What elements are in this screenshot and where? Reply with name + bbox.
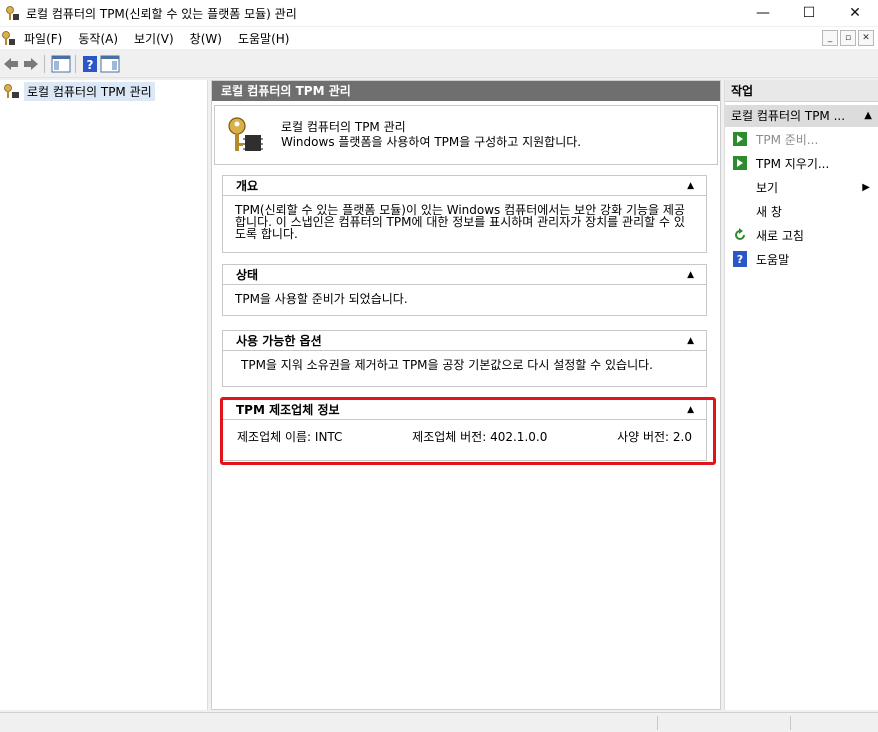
overview-header[interactable]: 개요 ▲ bbox=[223, 176, 706, 196]
tpm-key-icon bbox=[4, 84, 19, 98]
collapse-arrow-icon[interactable]: ▲ bbox=[687, 336, 694, 346]
options-header[interactable]: 사용 가능한 옵션 ▲ bbox=[223, 331, 706, 351]
title-bar: 로컬 컴퓨터의 TPM(신뢰할 수 있는 플랫폼 모듈) 관리 — ☐ ✕ bbox=[0, 0, 878, 26]
back-button[interactable] bbox=[2, 53, 20, 75]
tpm-app-icon bbox=[6, 6, 19, 20]
tree-item-label: 로컬 컴퓨터의 TPM 관리 bbox=[24, 81, 155, 101]
status-separator bbox=[790, 716, 791, 730]
window-title: 로컬 컴퓨터의 TPM(신뢰할 수 있는 플랫폼 모듈) 관리 bbox=[26, 6, 297, 21]
mdi-restore-button[interactable]: ▫ bbox=[840, 30, 856, 46]
section-title: 상태 bbox=[236, 268, 259, 282]
info-description: Windows 플랫폼을 사용하여 TPM을 구성하고 지원합니다. bbox=[281, 135, 582, 149]
status-section: 상태 ▲ TPM을 사용할 준비가 되었습니다. bbox=[222, 264, 707, 316]
center-header: 로컬 컴퓨터의 TPM 관리 bbox=[212, 81, 720, 101]
menu-view[interactable]: 보기(V) bbox=[134, 30, 182, 47]
toolbar: ? bbox=[0, 50, 878, 78]
green-arrow-icon bbox=[732, 155, 748, 171]
collapse-arrow-icon[interactable]: ▲ bbox=[687, 181, 694, 191]
action-label: 새 창 bbox=[756, 204, 782, 219]
actions-pane: 작업 로컬 컴퓨터의 TPM ... ▲ TPM 준비... TPM 지우기..… bbox=[724, 80, 878, 710]
console-tree-pane: 로컬 컴퓨터의 TPM 관리 bbox=[0, 80, 208, 710]
forward-button[interactable] bbox=[22, 53, 40, 75]
action-label: TPM 준비... bbox=[756, 132, 819, 147]
menu-action[interactable]: 동작(A) bbox=[78, 30, 126, 47]
refresh-icon bbox=[732, 227, 748, 243]
tree-item-tpm-management[interactable]: 로컬 컴퓨터의 TPM 관리 bbox=[0, 81, 207, 101]
info-box: 로컬 컴퓨터의 TPM 관리 Windows 플랫폼을 사용하여 TPM을 구성… bbox=[214, 105, 718, 165]
console-tree-icon bbox=[51, 55, 71, 72]
actions-group-label: 로컬 컴퓨터의 TPM ... bbox=[731, 109, 846, 123]
green-arrow-icon bbox=[732, 131, 748, 147]
action-label: TPM 지우기... bbox=[756, 156, 830, 171]
minimize-button[interactable]: — bbox=[740, 0, 786, 26]
section-title: 개요 bbox=[236, 179, 259, 193]
menu-bar: 파일(F) 동작(A) 보기(V) 창(W) 도움말(H) _ ▫ ✕ bbox=[0, 27, 878, 49]
action-label: 도움말 bbox=[756, 252, 790, 267]
status-header[interactable]: 상태 ▲ bbox=[223, 265, 706, 285]
tpm-chip-key-icon bbox=[228, 117, 263, 151]
mdi-close-button[interactable]: ✕ bbox=[858, 30, 874, 46]
action-tpm-clear[interactable]: TPM 지우기... bbox=[725, 151, 878, 175]
highlight-box bbox=[220, 397, 716, 465]
action-label: 새로 고침 bbox=[756, 228, 804, 243]
forward-arrow-icon bbox=[24, 57, 38, 70]
help-toolbar-button[interactable]: ? bbox=[82, 53, 98, 75]
status-body: TPM을 사용할 준비가 되었습니다. bbox=[235, 292, 408, 306]
action-view[interactable]: 보기 ▶ bbox=[725, 175, 878, 199]
mdi-minimize-button[interactable]: _ bbox=[822, 30, 838, 46]
overview-section: 개요 ▲ TPM(신뢰할 수 있는 플랫폼 모듈)이 있는 Windows 컴퓨… bbox=[222, 175, 707, 253]
menu-file[interactable]: 파일(F) bbox=[24, 30, 70, 47]
close-button[interactable]: ✕ bbox=[832, 0, 878, 26]
actions-group-header[interactable]: 로컬 컴퓨터의 TPM ... ▲ bbox=[725, 105, 878, 127]
actions-header: 작업 bbox=[725, 80, 878, 102]
center-pane: 로컬 컴퓨터의 TPM 관리 로컬 컴퓨터의 TPM 관리 Windows 플랫… bbox=[211, 80, 721, 710]
options-section: 사용 가능한 옵션 ▲ TPM을 지워 소유권을 제거하고 TPM을 공장 기본… bbox=[222, 330, 707, 387]
action-refresh[interactable]: 새로 고침 bbox=[725, 223, 878, 247]
menu-help[interactable]: 도움말(H) bbox=[238, 30, 298, 47]
action-pane-icon bbox=[100, 55, 120, 72]
section-title: 사용 가능한 옵션 bbox=[236, 334, 322, 348]
show-hide-action-pane-button[interactable] bbox=[100, 53, 120, 75]
back-arrow-icon bbox=[4, 57, 18, 70]
svg-text:?: ? bbox=[87, 58, 94, 72]
show-hide-tree-button[interactable] bbox=[51, 53, 71, 75]
toolbar-separator bbox=[44, 54, 45, 73]
collapse-arrow-icon[interactable]: ▲ bbox=[687, 270, 694, 280]
svg-text:?: ? bbox=[737, 253, 743, 266]
options-body: TPM을 지워 소유권을 제거하고 TPM을 공장 기본값으로 다시 설정할 수… bbox=[241, 358, 653, 372]
action-help[interactable]: ? 도움말 bbox=[725, 247, 878, 271]
status-bar bbox=[0, 712, 878, 732]
tpm-menu-icon[interactable] bbox=[0, 30, 16, 46]
collapse-arrow-icon[interactable]: ▲ bbox=[864, 105, 872, 127]
help-icon: ? bbox=[732, 251, 748, 267]
submenu-arrow-icon: ▶ bbox=[862, 181, 870, 193]
help-icon: ? bbox=[83, 55, 97, 72]
toolbar-separator bbox=[75, 54, 76, 73]
info-title: 로컬 컴퓨터의 TPM 관리 bbox=[281, 120, 406, 134]
maximize-button[interactable]: ☐ bbox=[786, 0, 832, 26]
action-new-window[interactable]: 새 창 bbox=[725, 199, 878, 223]
menu-window[interactable]: 창(W) bbox=[190, 30, 230, 47]
overview-body: TPM(신뢰할 수 있는 플랫폼 모듈)이 있는 Windows 컴퓨터에서는 … bbox=[235, 203, 685, 241]
status-separator bbox=[657, 716, 658, 730]
action-tpm-prepare[interactable]: TPM 준비... bbox=[725, 127, 878, 151]
action-label: 보기 bbox=[756, 180, 779, 195]
